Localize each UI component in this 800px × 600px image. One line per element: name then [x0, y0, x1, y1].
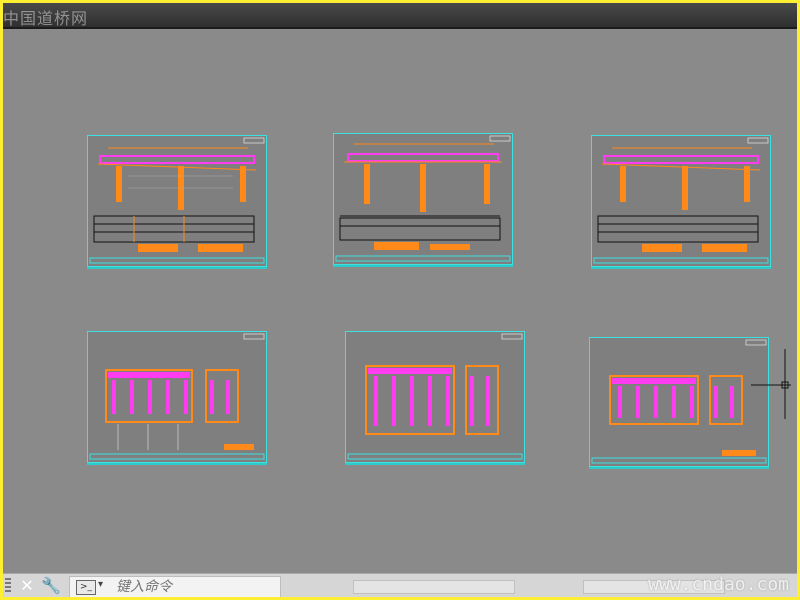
- command-input[interactable]: [114, 578, 278, 596]
- drawing-sheet-2[interactable]: [333, 133, 513, 265]
- sheet-1-drawing: [89, 137, 265, 264]
- drawing-sheet-6[interactable]: [589, 337, 769, 467]
- sheet-2-drawing: [335, 135, 511, 262]
- wrench-icon[interactable]: 🔧: [41, 576, 61, 596]
- drawing-sheet-3[interactable]: [591, 135, 771, 267]
- drawing-sheet-1[interactable]: [87, 135, 267, 267]
- chevron-down-icon[interactable]: ▾: [98, 579, 103, 590]
- close-icon[interactable]: ✕: [17, 576, 37, 596]
- site-watermark-title: 中国道桥网: [3, 9, 89, 28]
- command-bar: ✕ 🔧 >_ ▾ www.cndao.com: [3, 573, 797, 597]
- command-line[interactable]: >_ ▾: [69, 576, 281, 597]
- status-segment-1[interactable]: [353, 580, 515, 594]
- drawing-sheet-4[interactable]: [87, 331, 267, 463]
- model-space-canvas[interactable]: [3, 29, 797, 573]
- title-bar: 中国道桥网: [3, 3, 797, 29]
- sheet-6-drawing: [591, 339, 767, 464]
- brand-watermark: www.cndao.com: [648, 574, 789, 595]
- toolbar-grip[interactable]: [5, 578, 11, 594]
- sheet-5-drawing: [347, 333, 523, 460]
- sheet-4-drawing: [89, 333, 265, 460]
- crosshair-cursor-icon: [751, 349, 791, 419]
- app-window: 中国道桥网 ✕ 🔧 >_ ▾ 键入命令 www.cndao.com: [3, 3, 797, 597]
- command-line-icon: >_: [76, 580, 96, 595]
- drawing-sheet-5[interactable]: [345, 331, 525, 463]
- sheet-3-drawing: [593, 137, 769, 264]
